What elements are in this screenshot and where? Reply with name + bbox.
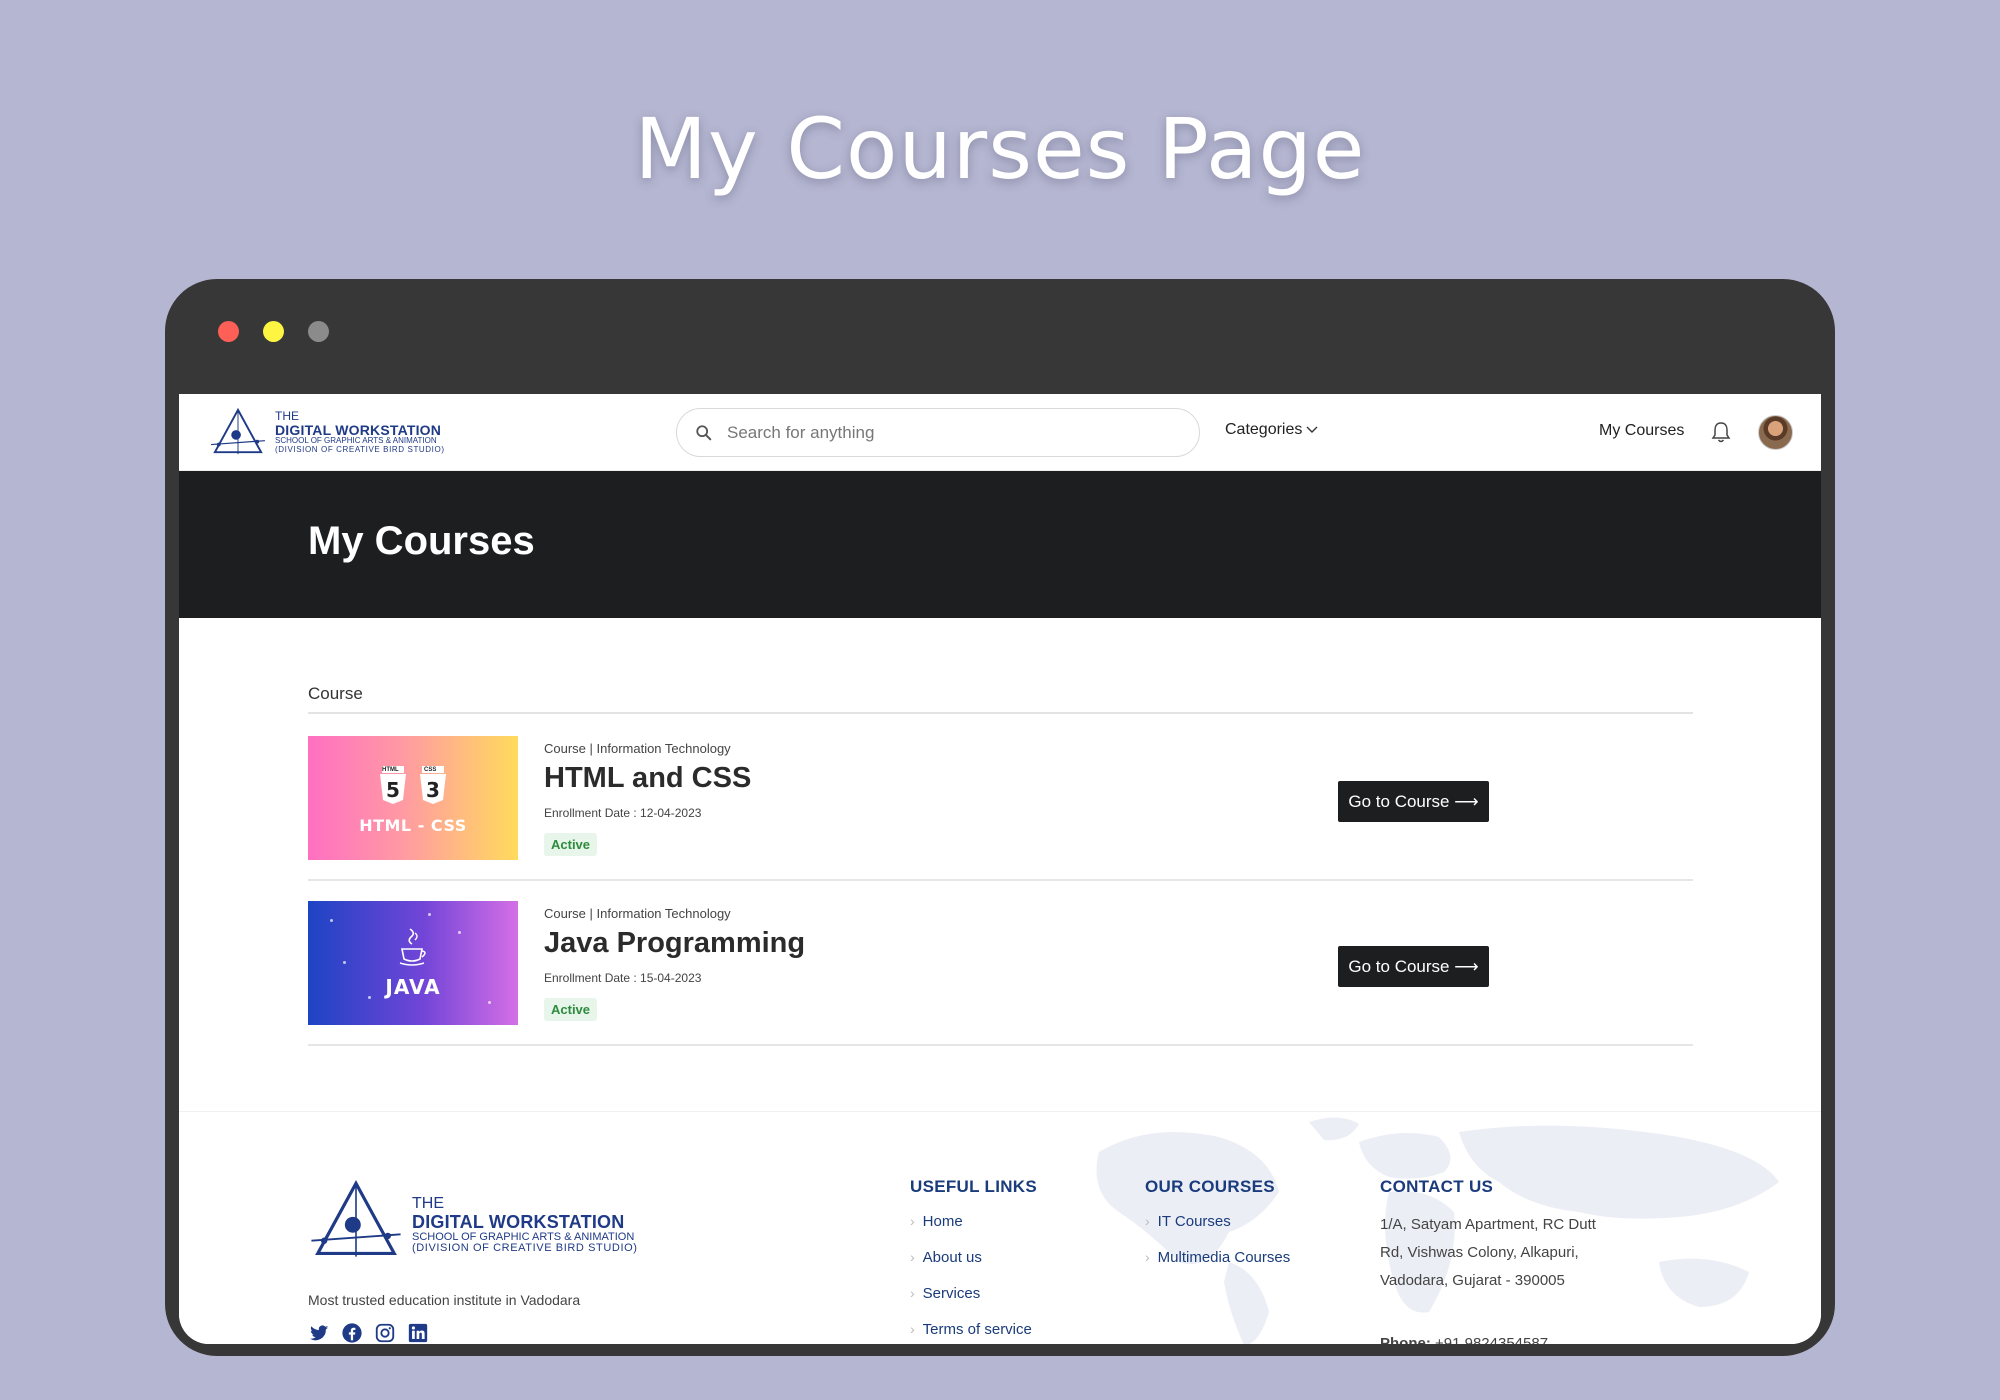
search-input[interactable] xyxy=(727,422,1167,443)
site-footer: THE DIGITAL WORKSTATION SCHOOL OF GRAPHI… xyxy=(179,1111,1821,1344)
hero-title: My Courses xyxy=(308,519,535,563)
svg-text:5: 5 xyxy=(386,778,400,802)
course-title[interactable]: HTML and CSS xyxy=(544,762,751,795)
course-category: Course | Information Technology xyxy=(544,741,731,756)
logo-triangle-icon xyxy=(311,1180,401,1257)
window-controls xyxy=(218,321,329,342)
logo-line-name: DIGITAL WORKSTATION xyxy=(412,1212,625,1233)
chevron-down-icon xyxy=(1306,426,1318,433)
footer-link-it-courses[interactable]: › IT Courses xyxy=(1145,1213,1290,1249)
avatar[interactable] xyxy=(1758,415,1793,450)
course-column-header: Course xyxy=(308,684,1693,714)
address-line-1: 1/A, Satyam Apartment, RC Dutt xyxy=(1380,1216,1596,1233)
address-line-3: Vadodara, Gujarat - 390005 xyxy=(1380,1272,1565,1289)
site-header: THE DIGITAL WORKSTATION SCHOOL OF GRAPHI… xyxy=(179,394,1821,471)
contact-heading: CONTACT US xyxy=(1380,1177,1494,1196)
html-mini-label: HTML xyxy=(382,767,399,773)
search-icon xyxy=(696,424,712,440)
course-row-html-css: 5 3 HTML CSS HTML - CSS Course | Informa… xyxy=(308,716,1693,881)
zoom-window-button[interactable] xyxy=(308,321,329,342)
search-bar xyxy=(676,408,1200,457)
bell-icon[interactable] xyxy=(1710,420,1732,444)
logo-triangle-icon xyxy=(210,407,266,455)
course-category: Course | Information Technology xyxy=(544,906,731,921)
nav-my-courses-link[interactable]: My Courses xyxy=(1599,422,1684,440)
chevron-right-icon: › xyxy=(910,1249,915,1265)
course-row-java: JAVA Course | Information Technology Jav… xyxy=(308,881,1693,1046)
logo-line-division: (DIVISION OF CREATIVE BIRD STUDIO) xyxy=(412,1242,638,1255)
linkedin-icon[interactable] xyxy=(407,1322,429,1344)
css-mini-label: CSS xyxy=(424,767,437,773)
instagram-icon[interactable] xyxy=(374,1322,396,1344)
thumbnail-label: JAVA xyxy=(385,975,441,999)
close-window-button[interactable] xyxy=(218,321,239,342)
site-logo[interactable]: THE DIGITAL WORKSTATION SCHOOL OF GRAPHI… xyxy=(209,406,445,458)
chevron-right-icon: › xyxy=(1145,1249,1150,1265)
go-to-course-button[interactable]: Go to Course ⟶ xyxy=(1338,946,1489,987)
enrollment-date: Enrollment Date : 12-04-2023 xyxy=(544,806,702,820)
page-heading: My Courses Page xyxy=(634,100,1366,198)
footer-link-services[interactable]: › Services xyxy=(910,1285,1037,1321)
chevron-right-icon: › xyxy=(910,1321,915,1337)
address-line-2: Rd, Vishwas Colony, Alkapuri, xyxy=(1380,1244,1579,1261)
chevron-right-icon: › xyxy=(1145,1213,1150,1229)
footer-useful-links: USEFUL LINKS › Home › About us › Services ›… xyxy=(910,1177,1037,1344)
contact-phone[interactable]: Phone: +91 9824354587 xyxy=(1380,1335,1596,1344)
categories-dropdown[interactable]: Categories xyxy=(1225,421,1319,439)
chevron-right-icon: › xyxy=(910,1213,915,1229)
course-title[interactable]: Java Programming xyxy=(544,927,805,960)
hero-banner: My Courses xyxy=(179,471,1821,618)
categories-label: Categories xyxy=(1225,421,1303,438)
footer-link-about[interactable]: › About us xyxy=(910,1249,1037,1285)
facebook-icon[interactable] xyxy=(341,1322,363,1344)
webpage-viewport: THE DIGITAL WORKSTATION SCHOOL OF GRAPHI… xyxy=(179,394,1821,1344)
footer-logo[interactable]: THE DIGITAL WORKSTATION SCHOOL OF GRAPHI… xyxy=(308,1177,638,1263)
logo-line-the: THE xyxy=(275,408,299,423)
thumbnail-label: HTML - CSS xyxy=(359,816,467,835)
status-badge: Active xyxy=(544,998,598,1021)
logo-line-name: DIGITAL WORKSTATION xyxy=(275,421,442,438)
footer-link-home[interactable]: › Home xyxy=(910,1213,1037,1249)
our-courses-heading: OUR COURSES xyxy=(1145,1177,1275,1196)
social-links xyxy=(308,1322,429,1344)
useful-links-heading: USEFUL LINKS xyxy=(910,1177,1038,1196)
twitter-icon[interactable] xyxy=(308,1322,330,1344)
footer-link-multimedia-courses[interactable]: › Multimedia Courses xyxy=(1145,1249,1290,1285)
footer-link-terms[interactable]: › Terms of service xyxy=(910,1321,1037,1344)
course-thumbnail-html-css[interactable]: 5 3 HTML CSS HTML - CSS xyxy=(308,736,518,860)
footer-contact: CONTACT US 1/A, Satyam Apartment, RC Dut… xyxy=(1380,1177,1596,1344)
java-coffee-cup-icon xyxy=(399,928,426,966)
browser-window: THE DIGITAL WORKSTATION SCHOOL OF GRAPHI… xyxy=(165,279,1835,1356)
course-thumbnail-java[interactable]: JAVA xyxy=(308,901,518,1025)
status-badge: Active xyxy=(544,833,598,856)
svg-text:3: 3 xyxy=(426,778,440,802)
logo-line-division: (DIVISION OF CREATIVE BIRD STUDIO) xyxy=(275,444,445,454)
footer-our-courses: OUR COURSES › IT Courses › Multimedia Cour… xyxy=(1145,1177,1290,1285)
minimize-window-button[interactable] xyxy=(263,321,284,342)
chevron-right-icon: › xyxy=(910,1285,915,1301)
go-to-course-button[interactable]: Go to Course ⟶ xyxy=(1338,781,1489,822)
footer-tagline: Most trusted education institute in Vado… xyxy=(308,1292,581,1308)
logo-line-the: THE xyxy=(412,1195,444,1213)
enrollment-date: Enrollment Date : 15-04-2023 xyxy=(544,971,702,985)
